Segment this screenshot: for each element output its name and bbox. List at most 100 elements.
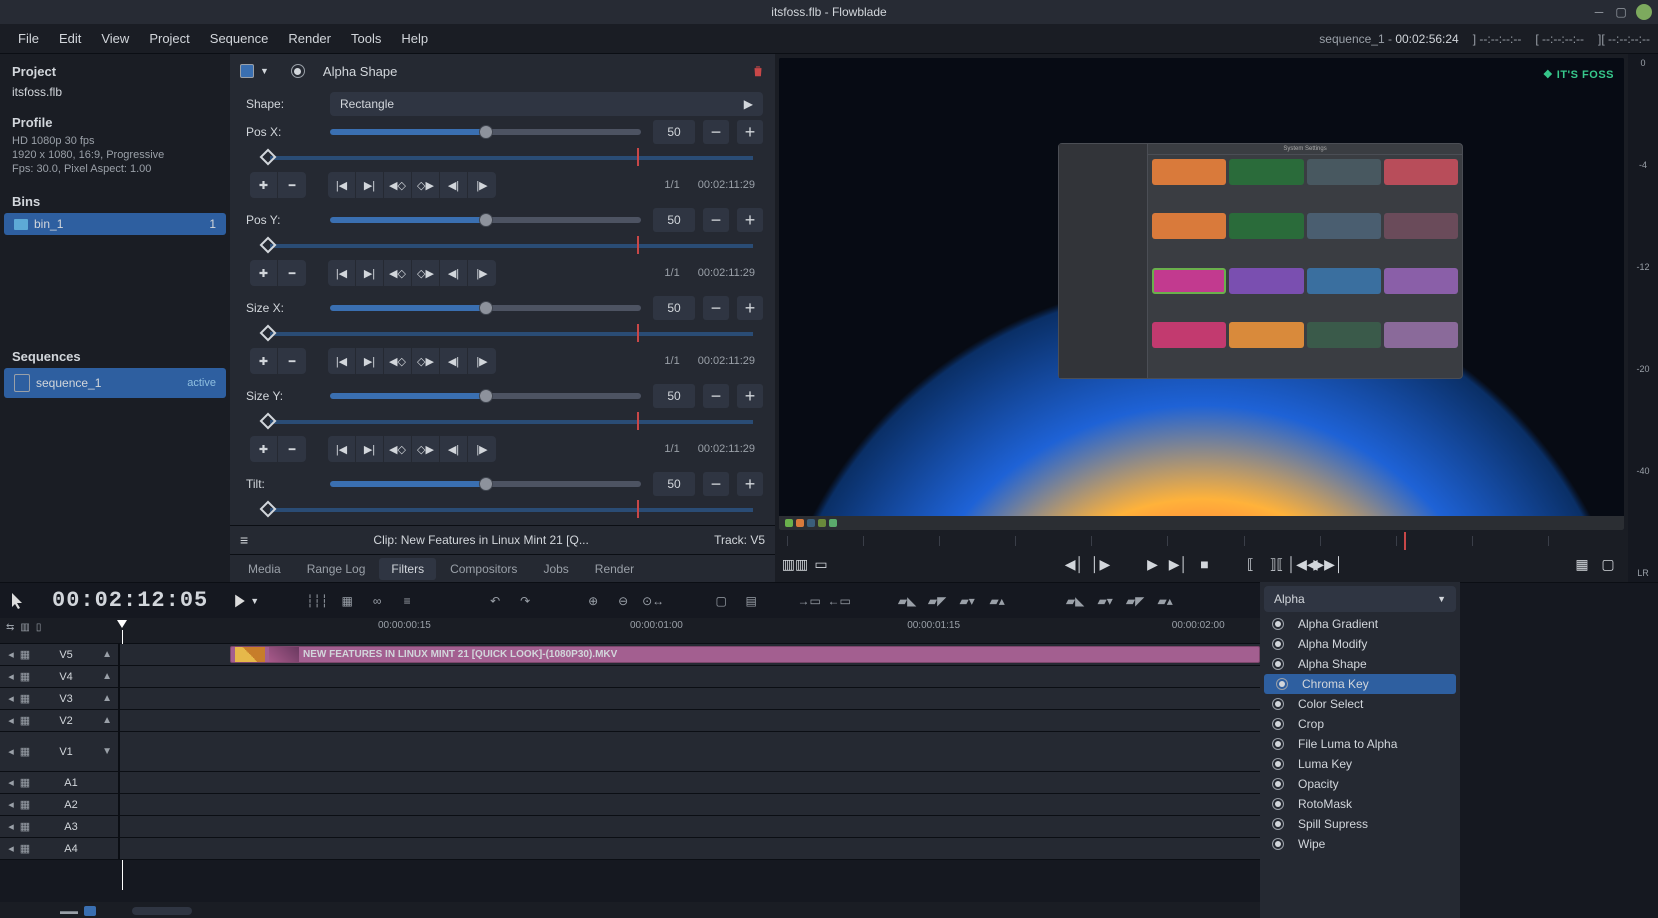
track-header-A4[interactable]: ◂ ▦ A4 — [0, 838, 120, 859]
play-cursor-icon[interactable] — [232, 593, 248, 609]
track-header-V3[interactable]: ◂ ▦ V3 ▲ — [0, 688, 120, 709]
menu-tools[interactable]: Tools — [341, 25, 391, 52]
first-kf-button[interactable]: |◀ — [328, 260, 356, 286]
param-slider[interactable] — [330, 305, 641, 311]
keyframe-track[interactable] — [260, 236, 763, 256]
timeline-ruler[interactable]: ⇆ ▥ ▯ 00:00:00:1500:00:01:0000:00:01:150… — [0, 618, 1260, 644]
del-kf-button[interactable]: ━ — [278, 260, 306, 286]
close-button[interactable] — [1636, 4, 1652, 20]
list-icon[interactable]: ≡ — [397, 591, 417, 611]
tool-cursor-icon[interactable] — [8, 591, 28, 611]
filter-kf-mode-icon[interactable] — [291, 64, 305, 78]
filter-item-alpha-modify[interactable]: Alpha Modify — [1260, 634, 1460, 654]
single-monitor-icon[interactable]: ▭ — [809, 553, 833, 575]
maximize-button[interactable]: ▢ — [1614, 5, 1628, 19]
prev-frame-button[interactable]: ◀| — [440, 348, 468, 374]
plus-button[interactable]: + — [737, 472, 763, 496]
param-value-input[interactable]: 50 — [653, 472, 695, 496]
track-arrow-icon[interactable]: ▼ — [102, 746, 112, 757]
menu-edit[interactable]: Edit — [49, 25, 91, 52]
undo-icon[interactable]: ↶ — [485, 591, 505, 611]
track-body-V2[interactable] — [120, 710, 1260, 731]
add-kf-button[interactable]: ✚ — [250, 172, 278, 198]
shape-select[interactable]: Rectangle ▶ — [330, 92, 763, 116]
next-kf-button[interactable]: ◇▶ — [412, 348, 440, 374]
track-arrow-icon[interactable]: ▲ — [102, 649, 112, 660]
filter-item-spill-supress[interactable]: Spill Supress — [1260, 814, 1460, 834]
filter-category-select[interactable]: Alpha ▼ — [1264, 586, 1456, 612]
lock-icon[interactable]: ▦ — [20, 715, 30, 727]
add-kf-button[interactable]: ✚ — [250, 348, 278, 374]
mute-icon[interactable]: ◂ — [6, 821, 16, 833]
last-kf-button[interactable]: ▶| — [356, 348, 384, 374]
plus-button[interactable]: + — [737, 296, 763, 320]
del-kf-button[interactable]: ━ — [278, 172, 306, 198]
overwrite-a-icon[interactable]: ▰◣ — [1065, 591, 1085, 611]
mute-icon[interactable]: ◂ — [6, 671, 16, 683]
filter-enable-checkbox[interactable] — [240, 64, 254, 78]
filter-item-alpha-gradient[interactable]: Alpha Gradient — [1260, 614, 1460, 634]
chevron-down-icon[interactable]: ▼ — [260, 66, 269, 76]
add-kf-button[interactable]: ✚ — [250, 260, 278, 286]
keyframe-track[interactable] — [260, 148, 763, 168]
filter-item-color-select[interactable]: Color Select — [1260, 694, 1460, 714]
track-header-A1[interactable]: ◂ ▦ A1 — [0, 772, 120, 793]
mute-icon[interactable]: ◂ — [6, 777, 16, 789]
lock-icon[interactable]: ▦ — [20, 693, 30, 705]
param-slider[interactable] — [330, 129, 641, 135]
filter-item-alpha-shape[interactable]: Alpha Shape — [1260, 654, 1460, 674]
first-kf-button[interactable]: |◀ — [328, 436, 356, 462]
tab-render[interactable]: Render — [583, 558, 646, 580]
next-kf-button[interactable]: ◇▶ — [412, 260, 440, 286]
next-kf-button[interactable]: ◇▶ — [412, 172, 440, 198]
lock-icon[interactable]: ▦ — [20, 843, 30, 855]
tab-compositors[interactable]: Compositors — [438, 558, 529, 580]
prev-frame-button[interactable]: ◀| — [440, 172, 468, 198]
first-kf-button[interactable]: |◀ — [328, 348, 356, 374]
mute-icon[interactable]: ◂ — [6, 843, 16, 855]
chevron-down-icon[interactable]: ▼ — [250, 596, 259, 606]
mute-icon[interactable]: ◂ — [6, 693, 16, 705]
splice-out-icon[interactable]: →▭ — [799, 591, 819, 611]
goto-end-button[interactable]: ▶▶│ — [1317, 553, 1341, 575]
minus-button[interactable]: − — [703, 208, 729, 232]
track-header-A2[interactable]: ◂ ▦ A2 — [0, 794, 120, 815]
prev-button[interactable]: ◀│ — [1063, 553, 1087, 575]
tab-media[interactable]: Media — [236, 558, 293, 580]
param-value-input[interactable]: 50 — [653, 296, 695, 320]
next-frame-button[interactable]: |▶ — [468, 348, 496, 374]
mute-icon[interactable]: ◂ — [6, 799, 16, 811]
filter-item-opacity[interactable]: Opacity — [1260, 774, 1460, 794]
param-slider[interactable] — [330, 217, 641, 223]
param-value-input[interactable]: 50 — [653, 120, 695, 144]
next-frame-button[interactable]: |▶ — [468, 172, 496, 198]
prev-kf-button[interactable]: ◀◇ — [384, 172, 412, 198]
keyframe-track[interactable] — [260, 412, 763, 432]
playhead[interactable] — [120, 620, 124, 643]
track-arrow-icon[interactable]: ▲ — [102, 693, 112, 704]
view-mode-a-icon[interactable]: ▦ — [1570, 553, 1594, 575]
menu-sequence[interactable]: Sequence — [200, 25, 279, 52]
zoom-out-icon[interactable]: ⊖ — [613, 591, 633, 611]
track-header-V5[interactable]: ◂ ▦ V5 ▲ — [0, 644, 120, 665]
filter-item-rotomask[interactable]: RotoMask — [1260, 794, 1460, 814]
ruler-tool-icon[interactable]: ⇆ — [6, 622, 14, 633]
plus-button[interactable]: + — [737, 384, 763, 408]
lock-icon[interactable]: ▦ — [20, 649, 30, 661]
next-frame-button[interactable]: |▶ — [468, 260, 496, 286]
overwrite-c-icon[interactable]: ▰◤ — [1125, 591, 1145, 611]
grid-icon[interactable]: ▦ — [337, 591, 357, 611]
menu-render[interactable]: Render — [278, 25, 341, 52]
menu-project[interactable]: Project — [139, 25, 199, 52]
redo-icon[interactable]: ↷ — [515, 591, 535, 611]
minus-button[interactable]: − — [703, 296, 729, 320]
tab-jobs[interactable]: Jobs — [531, 558, 580, 580]
bin-item[interactable]: bin_1 1 — [4, 213, 226, 235]
trash-icon[interactable] — [751, 63, 765, 79]
tab-filters[interactable]: Filters — [379, 558, 436, 580]
ruler-tool-icon[interactable]: ▯ — [36, 622, 42, 633]
track-body-V5[interactable]: NEW FEATURES IN LINUX MINT 21 [QUICK LOO… — [120, 644, 1260, 665]
overwrite-b-icon[interactable]: ▰▾ — [1095, 591, 1115, 611]
param-value-input[interactable]: 50 — [653, 208, 695, 232]
timeline-clip[interactable]: NEW FEATURES IN LINUX MINT 21 [QUICK LOO… — [230, 646, 1260, 663]
